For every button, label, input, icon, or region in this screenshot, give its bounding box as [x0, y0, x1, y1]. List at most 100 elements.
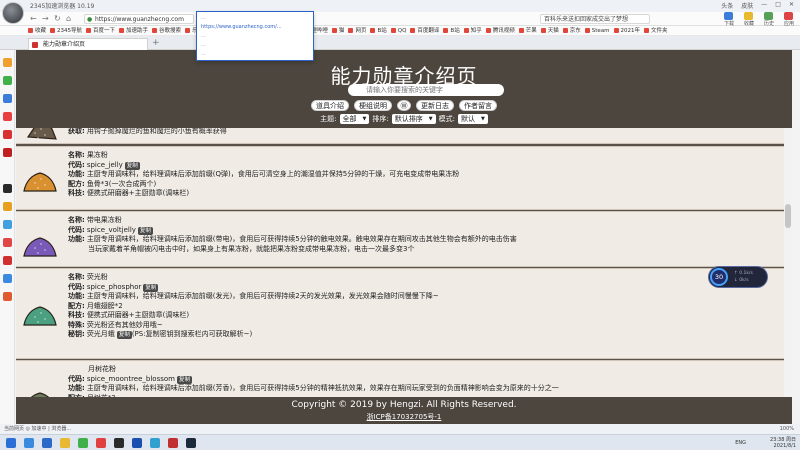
bookmark-item[interactable]: 谷歌搜索: [152, 26, 181, 35]
browser-search-box[interactable]: 百科乐来送扣回家成交出了梦想: [540, 14, 650, 24]
address-bar[interactable]: ● https://www.guanzhecng.com: [84, 14, 194, 24]
toolbar-icon-3[interactable]: 应用: [784, 12, 794, 27]
maximize-button[interactable]: □: [775, 1, 781, 10]
bookmark-label: 百度一下: [93, 27, 116, 34]
home-icon[interactable]: ⌂: [66, 14, 71, 23]
scrollbar-thumb[interactable]: [785, 204, 791, 228]
bookmark-item[interactable]: 文件夹: [644, 26, 668, 35]
bookmark-item[interactable]: 知乎: [463, 26, 482, 35]
author-message-button[interactable]: 作者留言: [459, 100, 497, 111]
item-field-value: spice_moontree_blossom: [86, 374, 175, 383]
bookmark-item[interactable]: 芒果: [518, 26, 537, 35]
start-icon[interactable]: [6, 438, 16, 448]
item-field: 代码: spice_phosphor 复制: [68, 283, 439, 293]
taskbar-app-icon[interactable]: [42, 438, 52, 448]
bookmark-item[interactable]: 2021年: [613, 26, 640, 35]
autocomplete-item[interactable]: ...: [201, 51, 309, 57]
sidebar-app-icon[interactable]: [3, 202, 12, 211]
bookmark-item[interactable]: 京东: [562, 26, 581, 35]
copy-button[interactable]: 复制: [137, 226, 153, 235]
bookmark-item[interactable]: 猫: [331, 26, 344, 35]
bookmark-item[interactable]: B站: [370, 26, 387, 35]
autocomplete-item[interactable]: https://www.guanzhecng.com/...: [201, 24, 309, 30]
bookmark-label: 文件夹: [651, 27, 668, 34]
item-field-value: 月树花粉: [88, 365, 116, 373]
minimize-button[interactable]: —: [761, 1, 767, 10]
item-intro-button[interactable]: 道具介绍: [311, 100, 349, 111]
theme-select[interactable]: 全部 ▼: [339, 114, 370, 124]
toolbar-icon-2[interactable]: 历史: [764, 12, 774, 27]
bookmark-item[interactable]: 收藏: [28, 26, 46, 35]
bookmark-item[interactable]: 加速助手: [119, 26, 148, 35]
sidebar-app-icon[interactable]: [3, 292, 12, 301]
item-field: 代码: spice_voltjelly 复制: [68, 226, 517, 236]
taskbar-app-icon[interactable]: [24, 438, 34, 448]
user-avatar[interactable]: [2, 2, 24, 24]
autocomplete-item[interactable]: ...: [201, 33, 309, 39]
sidebar-app-icon[interactable]: [3, 274, 12, 283]
sidebar-app-icon[interactable]: [3, 238, 12, 247]
bookmark-item[interactable]: QQ: [390, 26, 406, 35]
back-icon[interactable]: ←: [30, 14, 37, 23]
search-input[interactable]: [348, 84, 504, 96]
bookmark-item[interactable]: 百度一下: [86, 26, 115, 35]
window-control-0[interactable]: 头条: [721, 1, 733, 10]
autocomplete-item[interactable]: ...: [201, 42, 309, 48]
taskbar-app-icon[interactable]: [60, 438, 70, 448]
copy-button[interactable]: 复制: [176, 375, 192, 384]
taskbar-app-icon[interactable]: [114, 438, 124, 448]
stem-guide-button[interactable]: 梗组说明: [354, 100, 392, 111]
copy-button[interactable]: 复制: [124, 161, 140, 170]
taskbar-app-icon[interactable]: [78, 438, 88, 448]
input-language[interactable]: ENG: [735, 440, 746, 446]
item-field: 功能: 主厨专用调味料，给料理调味后添加前缀(Q弹)，食用后可清空身上的潮湿值并保…: [68, 170, 459, 180]
bookmark-item[interactable]: Steam: [584, 26, 610, 35]
refresh-icon[interactable]: ↻: [54, 14, 61, 23]
bookmark-icon: [443, 28, 449, 33]
autocomplete-item[interactable]: ...: [201, 15, 309, 21]
taskbar-app-icon[interactable]: [186, 438, 196, 448]
net-upload: ↑ 0.1k/s: [734, 271, 753, 276]
net-speed-widget[interactable]: 30 ↑ 0.1k/s ↓ 0k/s: [708, 266, 768, 288]
sidebar-app-icon[interactable]: [3, 94, 12, 103]
forward-icon[interactable]: →: [42, 14, 49, 23]
copy-button[interactable]: 复制: [143, 283, 159, 292]
bookmark-item[interactable]: 百度翻译: [410, 26, 439, 35]
taskbar-app-icon[interactable]: [96, 438, 106, 448]
taskbar-app-icon[interactable]: [132, 438, 142, 448]
sidebar-app-icon[interactable]: [3, 184, 12, 193]
taskbar-app-icon[interactable]: [150, 438, 160, 448]
toolbar-icon-1[interactable]: 收藏: [744, 12, 754, 27]
bookmark-item[interactable]: B站: [443, 26, 460, 35]
sidebar-app-icon[interactable]: [3, 148, 12, 157]
bookmark-item[interactable]: 网页: [348, 26, 366, 35]
window-control-1[interactable]: 皮肤: [741, 1, 753, 10]
icp-link[interactable]: 浙ICP备17032705号-1: [16, 412, 792, 422]
bookmark-item[interactable]: 2345导航: [50, 26, 82, 35]
mode-select[interactable]: 默认 ▼: [457, 114, 488, 124]
item-field: 功能: 主厨专用调味料，给料理调味后添加前缀(带电)，食用后可获得持续5分钟的触电…: [68, 235, 517, 245]
tab-active[interactable]: 能力勋章介绍页: [28, 38, 148, 50]
scrollbar[interactable]: [784, 128, 792, 397]
copy-button[interactable]: 复制: [116, 331, 132, 339]
close-button[interactable]: ✕: [789, 1, 794, 10]
item-field-label: 代码:: [68, 374, 85, 383]
bookmark-item[interactable]: 天猫: [540, 26, 559, 35]
bookmark-item[interactable]: 腾讯视频: [485, 26, 515, 35]
sidebar-app-icon[interactable]: [3, 130, 12, 139]
toolbar-icon-0[interactable]: 下载: [724, 12, 734, 27]
system-clock[interactable]: 23:38 周日 2021/8/1: [770, 437, 796, 449]
taskbar-app-icon[interactable]: [168, 438, 178, 448]
sidebar-app-icon[interactable]: [3, 112, 12, 121]
item-field-label: 功能:: [68, 235, 85, 243]
sidebar-app-icon[interactable]: [3, 76, 12, 85]
new-tab-button[interactable]: +: [152, 38, 160, 48]
changelog-button[interactable]: 更新日志: [416, 100, 454, 111]
sidebar-app-icon[interactable]: [3, 220, 12, 229]
sort-select[interactable]: 默认排序 ▼: [391, 114, 436, 124]
sidebar-app-icon[interactable]: [3, 256, 12, 265]
net-upload-value: 0.1k/s: [739, 271, 753, 276]
w-button[interactable]: Ⓦ: [397, 100, 411, 111]
zoom-level[interactable]: 100%: [780, 424, 794, 434]
sidebar-app-icon[interactable]: [3, 58, 12, 67]
